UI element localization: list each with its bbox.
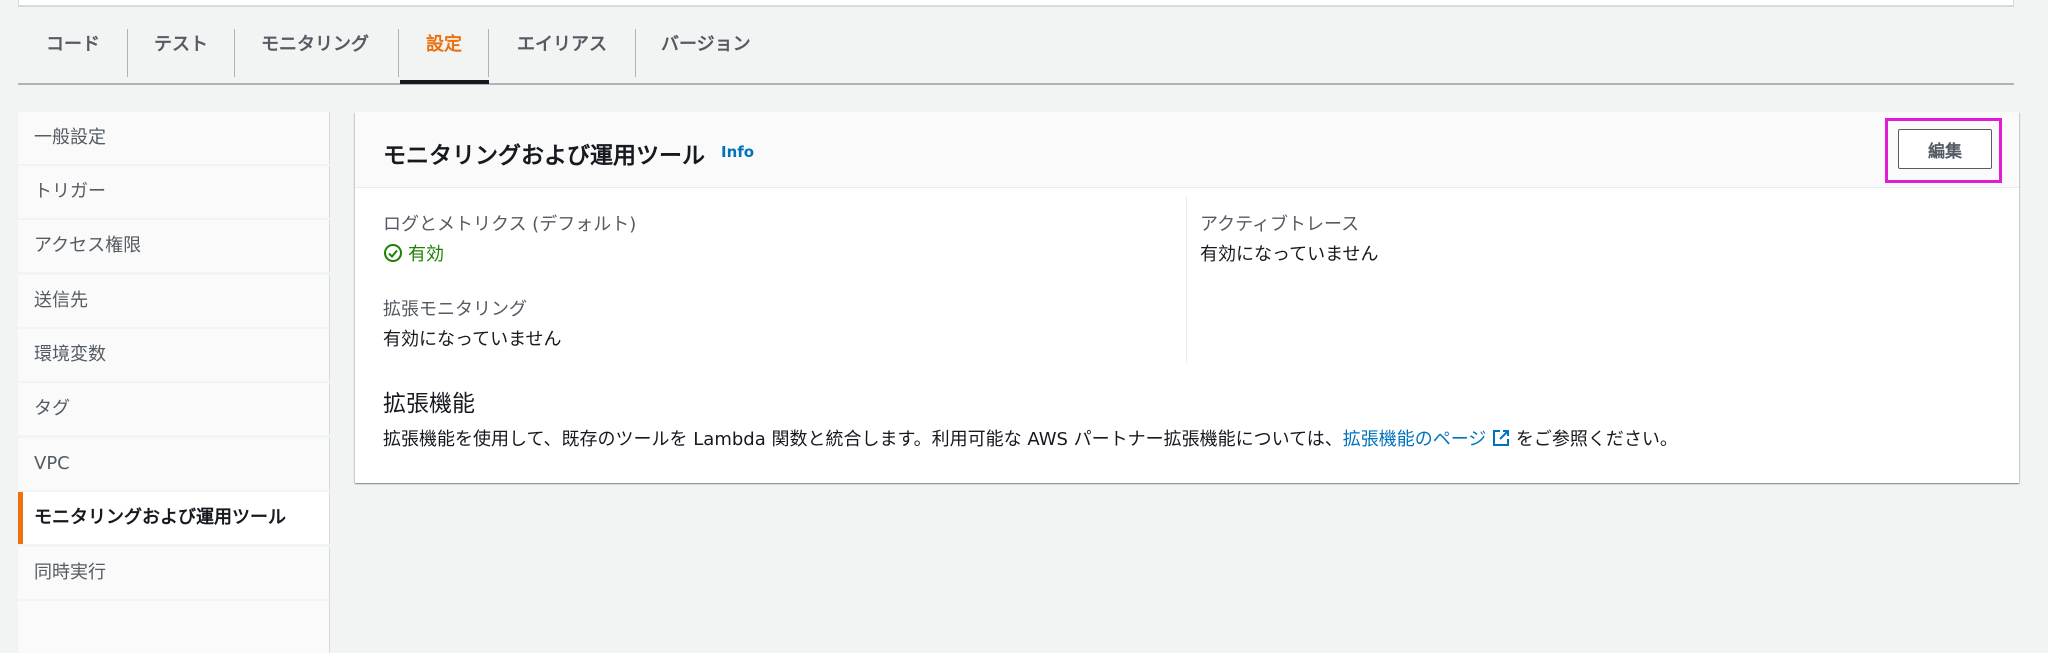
sidebar-item-monitoring-tools[interactable]: モニタリングおよび運用ツール bbox=[18, 492, 330, 544]
tab-aliases[interactable]: エイリアス bbox=[517, 26, 607, 83]
tab-divider bbox=[635, 29, 636, 77]
sidebar-item-vpc[interactable]: VPC bbox=[18, 438, 330, 490]
panel-title: モニタリングおよび運用ツール bbox=[383, 136, 705, 170]
monitoring-tools-panel: モニタリングおよび運用ツール Info 編集 ログとメトリクス (デフォルト) … bbox=[355, 112, 2019, 483]
tab-test[interactable]: テスト bbox=[154, 26, 208, 83]
extensions-text-end: をご参照ください。 bbox=[1510, 429, 1678, 450]
sidebar-item-general[interactable]: 一般設定 bbox=[18, 112, 330, 164]
logs-metrics-label: ログとメトリクス (デフォルト) bbox=[383, 210, 636, 236]
tab-divider bbox=[488, 29, 489, 77]
sidebar-item-concurrency[interactable]: 同時実行 bbox=[18, 547, 330, 599]
tab-divider bbox=[234, 29, 235, 77]
tab-code[interactable]: コード bbox=[46, 26, 100, 83]
active-tracing-label: アクティブトレース bbox=[1200, 210, 1359, 236]
active-tracing-value: 有効になっていません bbox=[1200, 240, 1379, 266]
tab-divider bbox=[127, 29, 128, 77]
tab-configuration[interactable]: 設定 bbox=[426, 26, 462, 83]
extensions-description: 拡張機能を使用して、既存のツールを Lambda 関数と統合します。利用可能な … bbox=[383, 425, 1678, 451]
sidebar-item-more[interactable] bbox=[18, 601, 330, 653]
tab-divider bbox=[398, 29, 399, 77]
logs-metrics-status: 有効 bbox=[383, 240, 444, 266]
top-panel bbox=[18, 0, 2014, 7]
sidebar-item-permissions[interactable]: アクセス権限 bbox=[18, 220, 330, 272]
column-divider bbox=[1186, 196, 1187, 363]
sidebar-item-environment-variables[interactable]: 環境変数 bbox=[18, 329, 330, 381]
enhanced-monitoring-value: 有効になっていません bbox=[383, 325, 562, 351]
extensions-text: 拡張機能を使用して、既存のツールを Lambda 関数と統合します。利用可能な … bbox=[383, 429, 1343, 450]
external-link-icon[interactable] bbox=[1492, 429, 1510, 447]
extensions-page-link[interactable]: 拡張機能のページ bbox=[1343, 429, 1487, 450]
sidebar-item-destinations[interactable]: 送信先 bbox=[18, 275, 330, 327]
tab-versions[interactable]: バージョン bbox=[661, 26, 751, 83]
info-link[interactable]: Info bbox=[721, 143, 754, 161]
sidebar-item-triggers[interactable]: トリガー bbox=[18, 166, 330, 218]
logs-metrics-value: 有効 bbox=[408, 240, 444, 266]
sidebar-item-tags[interactable]: タグ bbox=[18, 383, 330, 435]
tab-bar: コード テスト モニタリング 設定 エイリアス バージョン bbox=[18, 26, 2014, 85]
check-circle-icon bbox=[383, 243, 403, 263]
panel-header: モニタリングおよび運用ツール Info 編集 bbox=[355, 112, 2019, 188]
edit-button[interactable]: 編集 bbox=[1898, 129, 1992, 169]
tab-monitoring[interactable]: モニタリング bbox=[261, 26, 369, 83]
extensions-heading: 拡張機能 bbox=[383, 384, 475, 418]
enhanced-monitoring-label: 拡張モニタリング bbox=[383, 295, 527, 321]
